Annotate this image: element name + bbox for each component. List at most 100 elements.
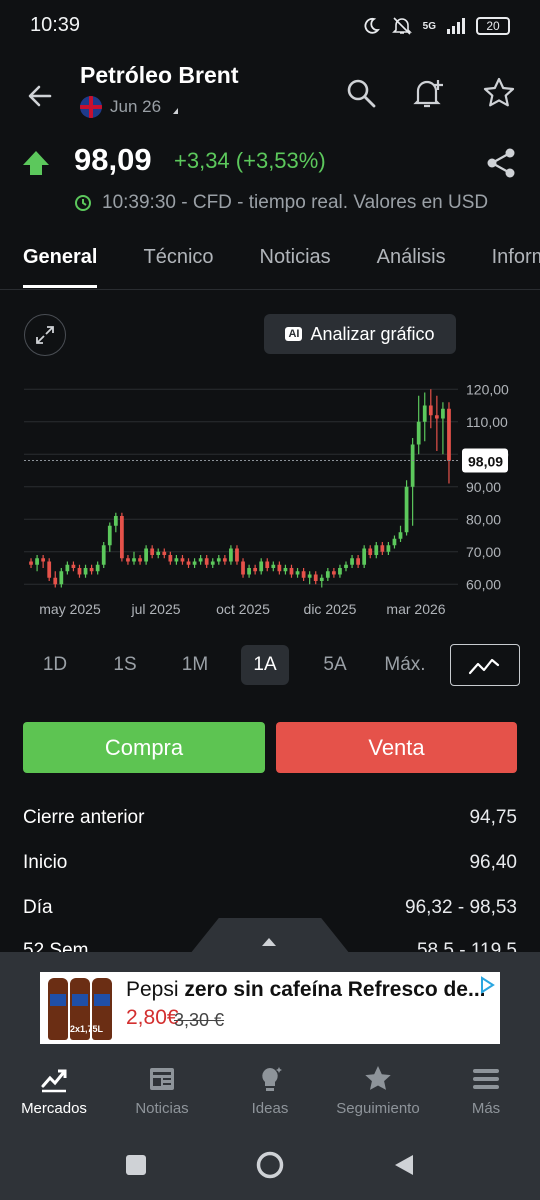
expand-chart-button[interactable] bbox=[24, 314, 66, 356]
candle-body bbox=[192, 561, 197, 565]
nav-ideas[interactable]: Ideas bbox=[216, 1064, 324, 1124]
stat-row: Inicio 96,40 bbox=[23, 852, 517, 874]
range-5a[interactable]: 5A bbox=[300, 645, 370, 685]
candle-body bbox=[253, 568, 258, 572]
signal-icon bbox=[447, 18, 465, 34]
range-1a[interactable]: 1A bbox=[241, 645, 289, 685]
candle-body bbox=[283, 568, 288, 572]
candle-body bbox=[338, 568, 342, 575]
system-navigation bbox=[0, 1140, 540, 1190]
candle-body bbox=[362, 548, 367, 565]
status-time: 10:39 bbox=[30, 14, 81, 36]
chart-type-button[interactable] bbox=[450, 644, 520, 686]
tab-general[interactable]: General bbox=[0, 240, 120, 288]
candle-body bbox=[265, 561, 270, 568]
add-alert-icon[interactable] bbox=[412, 76, 446, 110]
candle-body bbox=[198, 558, 203, 562]
contract-label: Jun 26 bbox=[110, 97, 162, 116]
candle-body bbox=[434, 415, 439, 419]
instrument-title: Petróleo Brent bbox=[80, 62, 239, 88]
x-tick-label: dic 2025 bbox=[304, 601, 357, 617]
candle-body bbox=[126, 558, 130, 562]
back-arrow-icon[interactable] bbox=[22, 78, 58, 114]
bottom-navigation: Mercados Noticias Ideas Seguimiento Más bbox=[0, 1064, 540, 1124]
y-tick-label: 90,00 bbox=[466, 479, 501, 495]
sheet-expand-handle[interactable] bbox=[190, 918, 350, 954]
price-chart[interactable]: 120,00110,00100,0090,0080,0070,0060,0098… bbox=[0, 370, 540, 620]
nav-label: Ideas bbox=[251, 1100, 289, 1117]
analyze-chart-label: Analizar gráfico bbox=[310, 323, 435, 344]
candle-body bbox=[107, 525, 112, 546]
candle-body bbox=[138, 558, 142, 562]
candle-body bbox=[101, 545, 106, 565]
candle-body bbox=[356, 558, 360, 565]
nav-seguimiento[interactable]: Seguimiento bbox=[324, 1064, 432, 1124]
candle-body bbox=[325, 571, 330, 578]
ad-brand: Pepsi bbox=[126, 978, 185, 1001]
candle-body bbox=[47, 561, 52, 578]
buy-button[interactable]: Compra bbox=[23, 722, 265, 773]
candle-body bbox=[210, 561, 215, 565]
candle-body bbox=[368, 548, 373, 555]
price-up-arrow-icon bbox=[23, 151, 49, 175]
star-icon[interactable] bbox=[482, 76, 516, 110]
candle-body bbox=[83, 568, 88, 575]
ad-choices-icon[interactable] bbox=[478, 976, 496, 994]
caret-icon bbox=[173, 108, 179, 114]
candle-body bbox=[186, 561, 191, 565]
stat-label: Día bbox=[23, 897, 53, 918]
candle-body bbox=[156, 551, 161, 555]
search-icon[interactable] bbox=[344, 76, 378, 110]
share-icon[interactable] bbox=[484, 146, 518, 180]
back-button[interactable] bbox=[354, 1153, 454, 1177]
candle-body bbox=[150, 548, 155, 555]
nav-noticias[interactable]: Noticias bbox=[108, 1064, 216, 1124]
candle-body bbox=[344, 564, 348, 568]
x-tick-label: mar 2026 bbox=[386, 601, 445, 617]
tab-informacion[interactable]: Información bbox=[469, 240, 540, 288]
candle-body bbox=[392, 538, 397, 546]
time-range-selector: 1D 1S 1M 1A 5A Máx. bbox=[20, 644, 520, 686]
line-chart-icon bbox=[468, 658, 500, 675]
candle-body bbox=[216, 558, 221, 562]
price-change: +3,34 (+3,53%) bbox=[174, 148, 326, 173]
analyze-chart-button[interactable]: AI Analizar gráfico bbox=[264, 314, 456, 354]
expand-icon bbox=[36, 326, 54, 344]
home-button[interactable] bbox=[220, 1150, 320, 1180]
nav-mercados[interactable]: Mercados bbox=[0, 1064, 108, 1124]
tab-analisis[interactable]: Análisis bbox=[354, 240, 469, 288]
candle-body bbox=[180, 558, 185, 562]
back-triangle-icon bbox=[395, 1155, 413, 1175]
candle-body bbox=[313, 574, 318, 581]
candle-body bbox=[144, 548, 148, 562]
range-1s[interactable]: 1S bbox=[90, 645, 160, 685]
contract-selector[interactable]: Jun 26 bbox=[80, 96, 179, 118]
range-1m[interactable]: 1M bbox=[160, 645, 230, 685]
menu-icon bbox=[473, 1069, 499, 1089]
candle-body bbox=[120, 516, 124, 559]
nav-mas[interactable]: Más bbox=[432, 1064, 540, 1124]
square-icon bbox=[126, 1155, 146, 1175]
section-tabs: General Técnico Noticias Análisis Inform… bbox=[0, 240, 540, 290]
network-type: 5G bbox=[422, 20, 436, 32]
tab-noticias[interactable]: Noticias bbox=[237, 240, 354, 288]
x-tick-label: oct 2025 bbox=[216, 601, 270, 617]
recents-button[interactable] bbox=[86, 1154, 186, 1176]
stat-row: Cierre anterior 94,75 bbox=[23, 807, 517, 829]
stat-row: Día 96,32 - 98,53 bbox=[23, 897, 517, 919]
range-max[interactable]: Máx. bbox=[370, 645, 440, 685]
candle-body bbox=[295, 571, 300, 575]
sell-button[interactable]: Venta bbox=[276, 722, 517, 773]
x-tick-label: jul 2025 bbox=[130, 601, 180, 617]
battery-icon: 20 bbox=[476, 17, 510, 35]
stat-label: Cierre anterior bbox=[23, 807, 145, 828]
y-tick-label: 110,00 bbox=[466, 414, 508, 430]
candle-body bbox=[35, 558, 39, 565]
tab-tecnico[interactable]: Técnico bbox=[120, 240, 236, 288]
candle-body bbox=[374, 545, 379, 555]
nav-label: Seguimiento bbox=[336, 1100, 420, 1117]
range-1d[interactable]: 1D bbox=[20, 645, 90, 685]
candle-body bbox=[289, 568, 294, 575]
candle-body bbox=[162, 551, 167, 555]
lightbulb-icon bbox=[262, 1067, 282, 1091]
